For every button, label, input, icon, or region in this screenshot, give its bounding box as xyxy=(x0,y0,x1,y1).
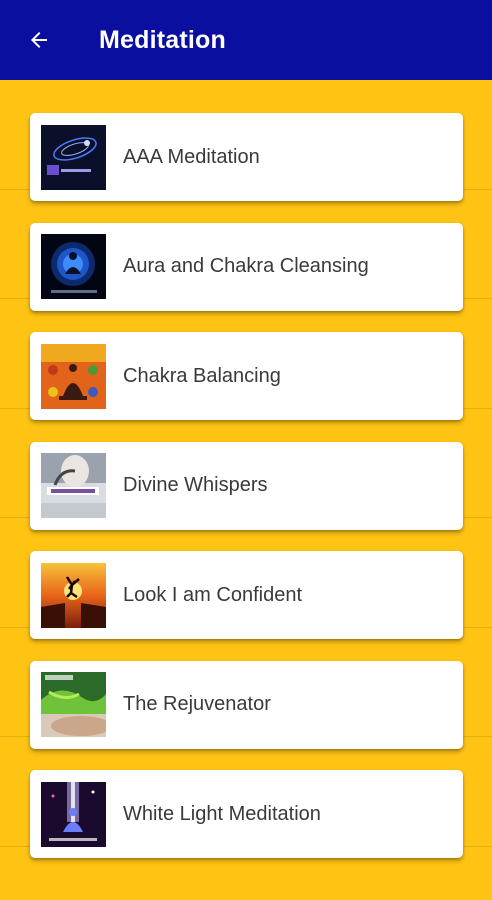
list-item-the-rejuvenator[interactable]: The Rejuvenator xyxy=(30,660,463,749)
list-item-label: White Light Meditation xyxy=(123,802,321,825)
meditation-list: AAA Meditation Aura and Chakra Cleansing xyxy=(0,80,492,858)
list-item-chakra-balancing[interactable]: Chakra Balancing xyxy=(30,332,463,420)
list-item-label: AAA Meditation xyxy=(123,145,260,168)
list-item-label: Divine Whispers xyxy=(123,474,268,496)
rejuvenator-thumbnail xyxy=(41,672,106,737)
list-item-label: Chakra Balancing xyxy=(123,364,281,387)
list-row: AAA Meditation xyxy=(0,80,492,201)
list-row: Look I am Confident xyxy=(0,518,492,639)
arrow-left-icon xyxy=(31,32,47,48)
list-item-look-i-am-confident[interactable]: Look I am Confident xyxy=(30,551,463,639)
app-bar: Meditation xyxy=(0,0,492,80)
chakra-balancing-thumbnail xyxy=(41,343,106,409)
list-row: Aura and Chakra Cleansing xyxy=(0,190,492,311)
aaa-meditation-thumbnail xyxy=(41,124,106,190)
divine-whispers-thumbnail xyxy=(41,453,106,518)
list-item-divine-whispers[interactable]: Divine Whispers xyxy=(30,441,463,530)
list-row: White Light Meditation xyxy=(0,737,492,858)
list-row: Divine Whispers xyxy=(0,409,492,530)
confident-thumbnail xyxy=(41,562,106,628)
white-light-thumbnail xyxy=(41,781,106,847)
list-item-aura-chakra-cleansing[interactable]: Aura and Chakra Cleansing xyxy=(30,222,463,311)
list-item-white-light-meditation[interactable]: White Light Meditation xyxy=(30,770,463,858)
back-button[interactable] xyxy=(19,20,59,60)
list-item-label: Look I am Confident xyxy=(123,583,302,606)
page-title: Meditation xyxy=(99,25,226,54)
list-item-label: Aura and Chakra Cleansing xyxy=(123,255,369,277)
list-row: Chakra Balancing xyxy=(0,299,492,420)
list-item-aaa-meditation[interactable]: AAA Meditation xyxy=(30,113,463,201)
aura-chakra-thumbnail xyxy=(41,234,106,299)
list-item-label: The Rejuvenator xyxy=(123,693,271,715)
list-row: The Rejuvenator xyxy=(0,628,492,749)
